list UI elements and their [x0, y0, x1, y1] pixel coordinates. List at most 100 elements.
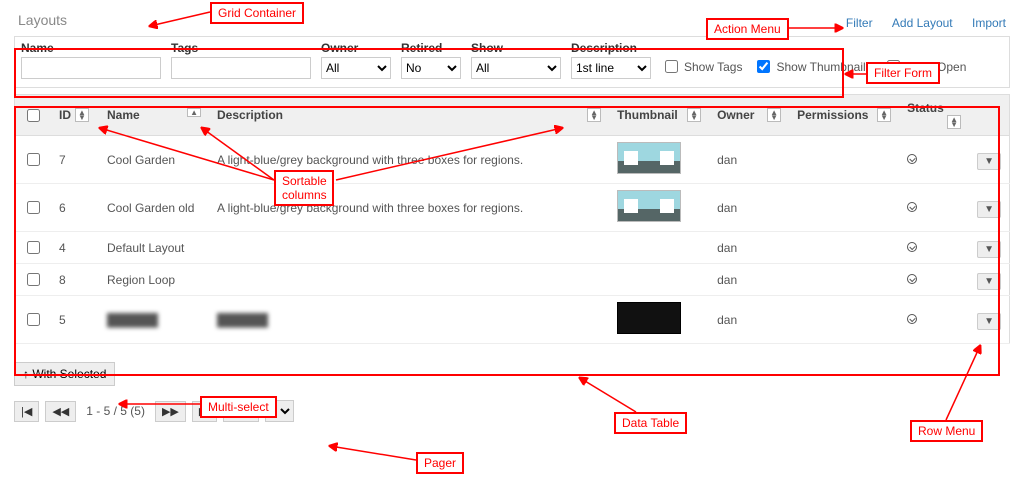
table-row: 8Region Loopdan▼	[15, 264, 1010, 296]
filter-show-label: Show	[471, 41, 561, 55]
table-row: 4Default Layout dan ▼	[15, 232, 1010, 264]
col-thumbnail[interactable]: Thumbnail	[617, 108, 678, 122]
row-select-checkbox[interactable]	[27, 273, 40, 286]
col-owner[interactable]: Owner	[717, 108, 754, 122]
table-row: 7Cool GardenA light-blue/grey background…	[15, 136, 1010, 184]
filter-desc-label: Description	[571, 41, 651, 55]
sort-icon[interactable]: ▲▼	[877, 108, 891, 122]
sort-icon[interactable]: ▲▼	[947, 115, 961, 129]
show-tags-checkbox[interactable]	[665, 60, 678, 73]
cell-thumbnail	[609, 184, 709, 232]
pager-fwd-button[interactable]: ▶▶	[155, 401, 186, 422]
filter-tags-label: Tags	[171, 41, 311, 55]
anno-row-menu: Row Menu	[910, 420, 983, 442]
filter-show-select[interactable]: All	[471, 57, 561, 79]
show-thumbnails-checkbox[interactable]	[757, 60, 770, 73]
cell-owner: dan	[709, 232, 789, 264]
col-name[interactable]: Name	[107, 108, 140, 122]
check-circle-icon	[907, 202, 917, 212]
cell-owner: dan	[709, 136, 789, 184]
check-circle-icon	[907, 274, 917, 284]
cell-owner: dan	[709, 264, 789, 296]
cell-description: A light-blue/grey background with three …	[209, 184, 609, 232]
cell-thumbnail	[609, 296, 709, 344]
cell-description: ██████	[209, 296, 609, 344]
pager: |◀ ◀◀ 1 - 5 / 5 (5) ▶▶ ▶| 20 1	[14, 400, 1010, 422]
cell-status	[899, 184, 969, 232]
row-select-checkbox[interactable]	[27, 201, 40, 214]
add-layout-link[interactable]: Add Layout	[892, 16, 953, 30]
cell-thumbnail	[609, 264, 709, 296]
anno-sortable: Sortable columns	[274, 170, 334, 206]
filter-retired-select[interactable]: No	[401, 57, 461, 79]
select-all-checkbox[interactable]	[27, 109, 40, 122]
filter-tags-input[interactable]	[171, 57, 311, 79]
show-thumbnails-label: Show Thumbnails	[776, 60, 871, 74]
sort-icon[interactable]: ▲▼	[587, 108, 601, 122]
row-menu-button[interactable]: ▼	[977, 153, 1001, 170]
cell-description	[209, 264, 609, 296]
cell-status	[899, 296, 969, 344]
row-select-checkbox[interactable]	[27, 313, 40, 326]
anno-multi-select: Multi-select	[200, 396, 277, 418]
filter-form: Name Tags Owner All Retired No Show All …	[14, 36, 1010, 88]
cell-description: A light-blue/grey background with three …	[209, 136, 609, 184]
check-circle-icon	[907, 154, 917, 164]
check-circle-icon	[907, 314, 917, 324]
cell-permissions	[789, 232, 899, 264]
anno-data-table: Data Table	[614, 412, 687, 434]
cell-name: Cool Garden	[99, 136, 209, 184]
col-status[interactable]: Status	[907, 101, 944, 115]
filter-link[interactable]: Filter	[846, 16, 873, 30]
anno-filter-form: Filter Form	[866, 62, 940, 84]
filter-name-label: Name	[21, 41, 161, 55]
cell-status	[899, 232, 969, 264]
row-select-checkbox[interactable]	[27, 241, 40, 254]
thumbnail-image	[617, 142, 681, 174]
cell-status	[899, 264, 969, 296]
pager-info: 1 - 5 / 5 (5)	[82, 404, 149, 418]
cell-permissions	[789, 184, 899, 232]
action-menu: Filter Add Layout Import	[830, 16, 1006, 30]
row-menu-button[interactable]: ▼	[977, 313, 1001, 330]
col-permissions[interactable]: Permissions	[797, 108, 868, 122]
cell-status	[899, 136, 969, 184]
row-menu-button[interactable]: ▼	[977, 241, 1001, 258]
cell-name: Default Layout	[99, 232, 209, 264]
check-circle-icon	[907, 242, 917, 252]
row-select-checkbox[interactable]	[27, 153, 40, 166]
pager-prev-button[interactable]: ◀◀	[45, 401, 76, 422]
data-table: ID ▲▼ Name ▲ Description ▲▼ Thumbnail ▲▼ Own…	[14, 94, 1010, 344]
filter-owner-select[interactable]: All	[321, 57, 391, 79]
sort-icon[interactable]: ▲▼	[767, 108, 781, 122]
cell-permissions	[789, 136, 899, 184]
cell-permissions	[789, 296, 899, 344]
cell-owner: dan	[709, 184, 789, 232]
cell-owner: dan	[709, 296, 789, 344]
sort-icon[interactable]: ▲▼	[75, 108, 89, 122]
sort-asc-icon[interactable]: ▲	[187, 108, 201, 117]
row-menu-button[interactable]: ▼	[977, 201, 1001, 218]
cell-id: 7	[51, 136, 99, 184]
table-row: 5████████████dan▼	[15, 296, 1010, 344]
cell-description	[209, 232, 609, 264]
cell-id: 5	[51, 296, 99, 344]
cell-id: 6	[51, 184, 99, 232]
cell-name: Cool Garden old	[99, 184, 209, 232]
cell-permissions	[789, 264, 899, 296]
import-link[interactable]: Import	[972, 16, 1006, 30]
pager-first-button[interactable]: |◀	[14, 401, 39, 422]
cell-thumbnail	[609, 136, 709, 184]
col-id[interactable]: ID	[59, 108, 71, 122]
sort-icon[interactable]: ▲▼	[687, 108, 701, 122]
filter-desc-select[interactable]: 1st line	[571, 57, 651, 79]
with-selected-button[interactable]: ↑ With Selected	[14, 362, 115, 386]
filter-retired-label: Retired	[401, 41, 461, 55]
anno-action-menu: Action Menu	[706, 18, 789, 40]
col-description[interactable]: Description	[217, 108, 283, 122]
row-menu-button[interactable]: ▼	[977, 273, 1001, 290]
anno-grid-container: Grid Container	[210, 2, 304, 24]
filter-name-input[interactable]	[21, 57, 161, 79]
cell-id: 4	[51, 232, 99, 264]
cell-name: Region Loop	[99, 264, 209, 296]
